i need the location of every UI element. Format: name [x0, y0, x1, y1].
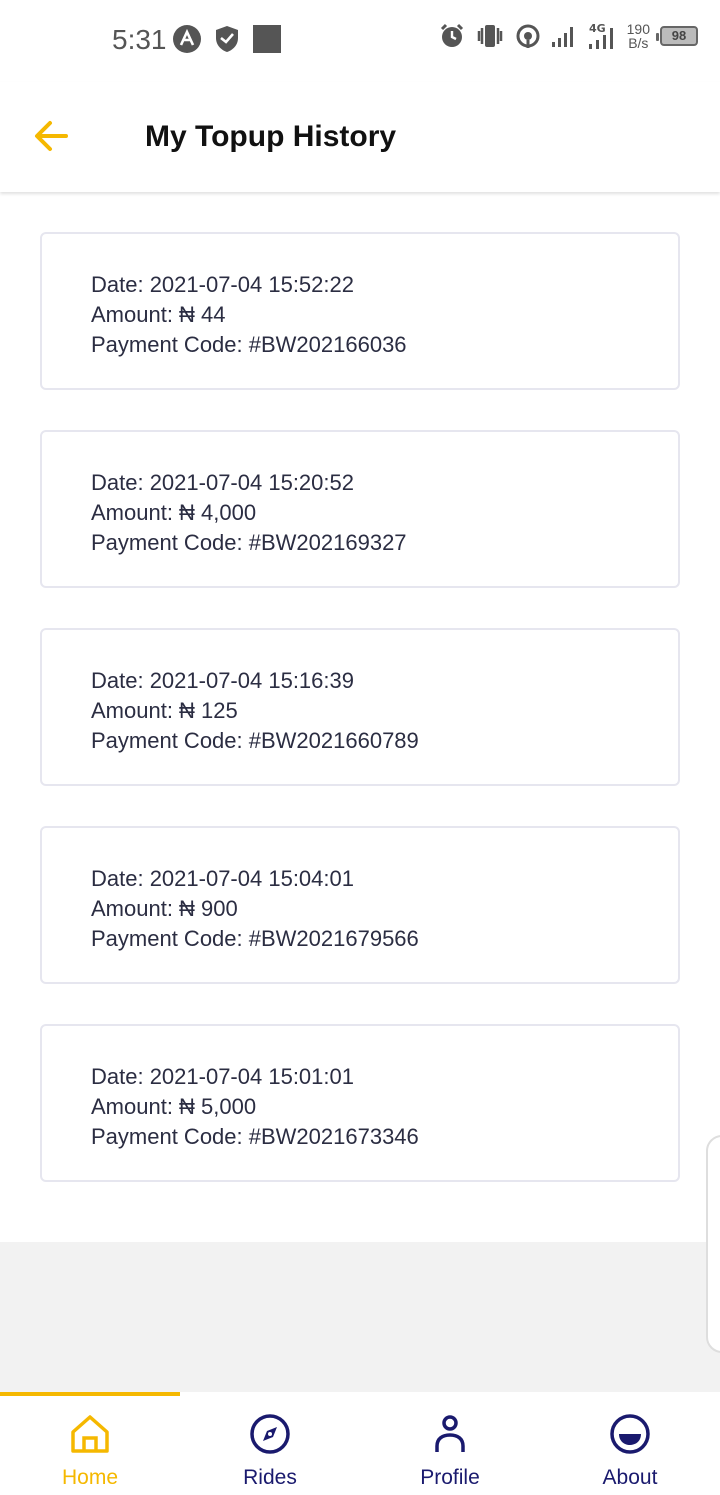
- topup-payment-code: Payment Code: #BW2021679566: [91, 926, 419, 951]
- nav-item-rides[interactable]: Rides: [180, 1392, 360, 1495]
- app-bar: My Topup History: [0, 82, 720, 192]
- smiley-icon: [610, 1414, 650, 1454]
- alarm-icon: [440, 23, 463, 47]
- status-bar: 5:31 4G 190 B/s 98: [0, 0, 720, 82]
- battery-icon: 98: [656, 26, 698, 46]
- app-notification-icon: [173, 25, 201, 53]
- shield-icon: [216, 26, 238, 52]
- battery-level: 98: [671, 28, 687, 43]
- topup-card[interactable]: Date: 2021-07-04 15:20:52 Amount: ₦ 4,00…: [40, 430, 680, 588]
- nav-label-rides: Rides: [243, 1466, 297, 1489]
- back-button[interactable]: [30, 114, 74, 158]
- nav-item-about[interactable]: About: [540, 1392, 720, 1495]
- nav-label-profile: Profile: [420, 1466, 480, 1489]
- topup-card[interactable]: Date: 2021-07-04 15:52:22 Amount: ₦ 44 P…: [40, 232, 680, 390]
- nav-label-about: About: [602, 1466, 658, 1489]
- empty-content-area: [0, 1242, 720, 1392]
- nav-item-profile[interactable]: Profile: [360, 1392, 540, 1495]
- topup-payment-code: Payment Code: #BW2021660789: [91, 728, 419, 753]
- network-speed-unit: B/s: [628, 35, 649, 51]
- network-speed: 190 B/s: [627, 22, 650, 50]
- topup-history-list: Date: 2021-07-04 15:52:22 Amount: ₦ 44 P…: [0, 192, 720, 1242]
- status-notification-icons: [172, 24, 282, 54]
- topup-date: Date: 2021-07-04 15:20:52: [91, 470, 354, 495]
- image-notification-icon: [253, 25, 281, 53]
- nav-item-home[interactable]: Home: [0, 1392, 180, 1495]
- compass-icon: [250, 1414, 290, 1454]
- bottom-navigation: Home Rides Profile About: [0, 1392, 720, 1495]
- topup-payment-code: Payment Code: #BW202166036: [91, 332, 407, 357]
- edge-panel-handle[interactable]: [706, 1135, 720, 1353]
- topup-card[interactable]: Date: 2021-07-04 15:04:01 Amount: ₦ 900 …: [40, 826, 680, 984]
- page-title: My Topup History: [145, 120, 397, 153]
- topup-date: Date: 2021-07-04 15:04:01: [91, 866, 354, 891]
- nav-label-home: Home: [61, 1466, 119, 1489]
- topup-amount: Amount: ₦ 5,000: [91, 1094, 257, 1119]
- topup-date: Date: 2021-07-04 15:52:22: [91, 272, 354, 297]
- topup-amount: Amount: ₦ 4,000: [91, 500, 257, 525]
- person-icon: [435, 1415, 465, 1452]
- topup-amount: Amount: ₦ 125: [91, 698, 238, 723]
- network-type-label: 4G: [589, 22, 606, 35]
- topup-card[interactable]: Date: 2021-07-04 15:16:39 Amount: ₦ 125 …: [40, 628, 680, 786]
- topup-card[interactable]: Date: 2021-07-04 15:01:01 Amount: ₦ 5,00…: [40, 1024, 680, 1182]
- network-speed-value: 190: [626, 21, 650, 37]
- home-icon: [71, 1415, 109, 1453]
- arrow-left-icon: [35, 121, 68, 151]
- vibrate-icon: [477, 25, 502, 47]
- hotspot-icon: [516, 24, 540, 48]
- topup-date: Date: 2021-07-04 15:01:01: [91, 1064, 354, 1089]
- topup-payment-code: Payment Code: #BW202169327: [91, 530, 407, 555]
- status-time: 5:31: [112, 24, 167, 55]
- topup-amount: Amount: ₦ 44: [91, 302, 226, 327]
- signal-strength-icon: [551, 27, 573, 47]
- topup-date: Date: 2021-07-04 15:16:39: [91, 668, 354, 693]
- status-system-icons: 4G 190 B/s 98: [439, 22, 698, 50]
- topup-payment-code: Payment Code: #BW2021673346: [91, 1124, 419, 1149]
- topup-amount: Amount: ₦ 900: [91, 896, 238, 921]
- mobile-data-icon: 4G: [588, 22, 613, 49]
